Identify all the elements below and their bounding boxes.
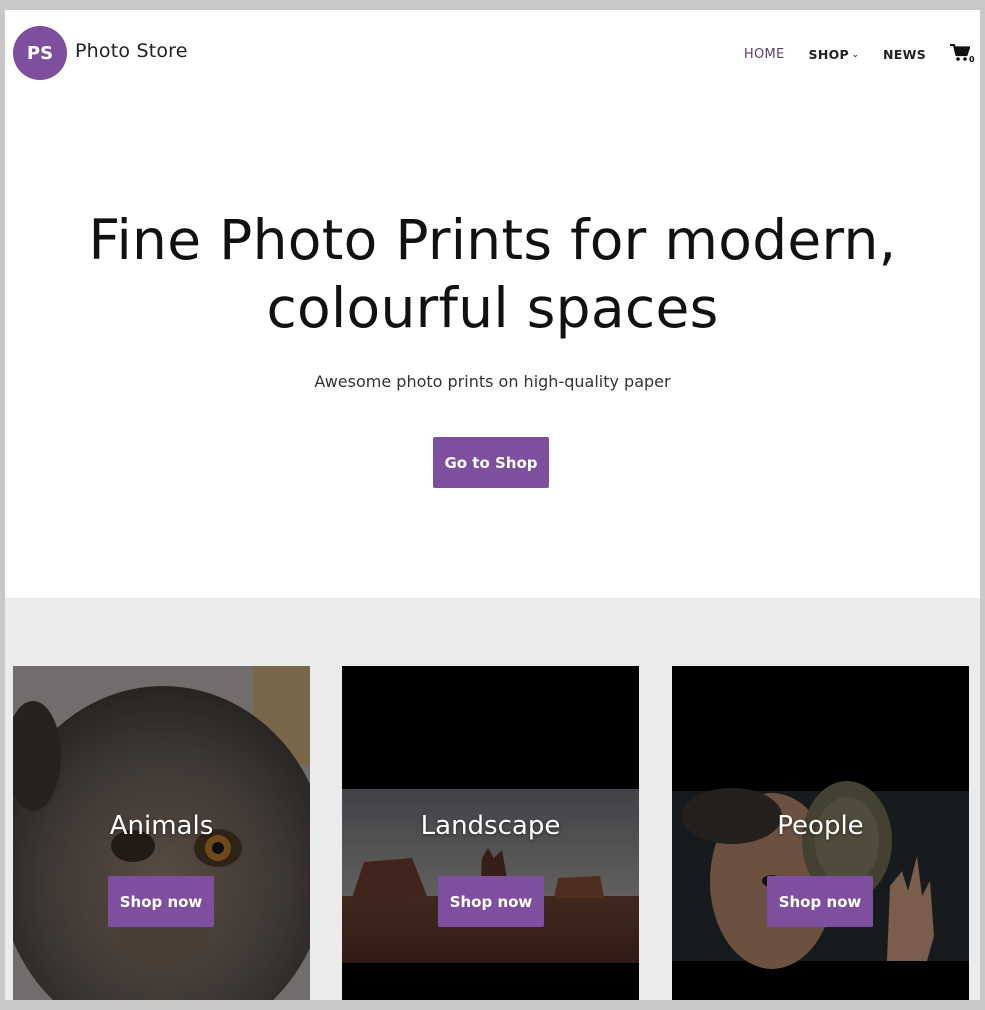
logo[interactable]: PS bbox=[13, 26, 67, 80]
nav-item-label: NEWS bbox=[883, 46, 926, 62]
chevron-down-icon: ⌄ bbox=[851, 49, 859, 59]
category-label: Animals bbox=[109, 811, 214, 841]
category-card-animals[interactable]: Animals Shop now bbox=[13, 666, 310, 1000]
category-card-landscape[interactable]: Landscape Shop now bbox=[342, 666, 639, 1000]
nav-item-label: SHOP bbox=[808, 46, 849, 62]
hero-title: Fine Photo Prints for modern, colourful … bbox=[5, 206, 980, 342]
categories-section: Animals Shop now Landscape Shop now Peop… bbox=[5, 598, 980, 1000]
shop-now-button[interactable]: Shop now bbox=[767, 876, 873, 927]
shop-now-button[interactable]: Shop now bbox=[438, 876, 544, 927]
nav-item-home[interactable]: HOME bbox=[744, 47, 785, 62]
cart-button[interactable]: 0 bbox=[950, 43, 980, 65]
category-label: Landscape bbox=[420, 811, 561, 841]
page-frame: PS Photo Store HOME SHOP ⌄ NEWS 0 Fine P… bbox=[5, 10, 980, 1000]
nav-item-label: HOME bbox=[743, 46, 785, 62]
category-label: People bbox=[777, 811, 864, 841]
nav-item-news[interactable]: NEWS bbox=[883, 47, 926, 62]
category-card-people[interactable]: People Shop now bbox=[672, 666, 969, 1000]
hero-subtitle: Awesome photo prints on high-quality pap… bbox=[314, 372, 671, 391]
hero-title-line: Fine Photo Prints for modern, bbox=[88, 208, 897, 272]
site-title[interactable]: Photo Store bbox=[75, 40, 188, 62]
nav-item-shop[interactable]: SHOP ⌄ bbox=[809, 47, 859, 62]
hero-title-line: colourful spaces bbox=[266, 276, 719, 340]
shop-now-button[interactable]: Shop now bbox=[108, 876, 214, 927]
go-to-shop-button[interactable]: Go to Shop bbox=[433, 437, 549, 488]
cart-icon bbox=[950, 44, 970, 61]
site-header: PS Photo Store HOME SHOP ⌄ NEWS 0 bbox=[5, 10, 980, 95]
main-nav: HOME SHOP ⌄ NEWS 0 bbox=[720, 43, 980, 65]
cart-count: 0 bbox=[969, 55, 975, 64]
